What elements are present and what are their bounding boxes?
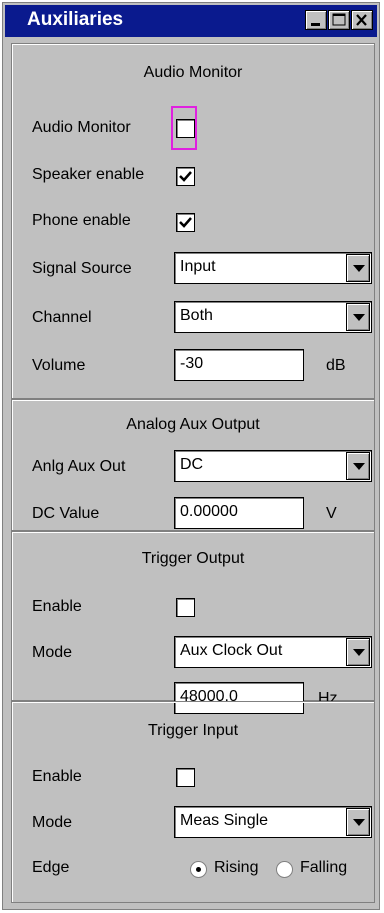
title-bar[interactable]: Auxiliaries (5, 5, 377, 37)
trigger-output-mode-label: Mode (32, 644, 73, 661)
dc-value-input[interactable]: 0.00000 (174, 497, 304, 529)
signal-source-dropdown[interactable]: Input (174, 252, 372, 284)
trigger-input-enable-label: Enable (32, 768, 82, 785)
dc-value-unit: V (326, 505, 337, 522)
volume-input[interactable]: -30 (174, 349, 304, 381)
audio-monitor-label: Audio Monitor (32, 119, 131, 136)
signal-source-dropdown-button[interactable] (346, 254, 370, 282)
audio-monitor-section: Audio Monitor Audio Monitor Speaker enab… (11, 43, 375, 399)
chevron-down-icon (353, 265, 365, 272)
radio-selected-dot (196, 867, 201, 872)
channel-dropdown-button[interactable] (346, 303, 370, 331)
phone-enable-label: Phone enable (32, 212, 131, 229)
speaker-enable-label: Speaker enable (32, 166, 145, 183)
signal-source-value: Input (180, 258, 216, 275)
anlg-aux-out-dropdown[interactable]: DC (174, 450, 372, 482)
close-button[interactable] (351, 10, 373, 30)
trigger-output-enable-label: Enable (32, 598, 82, 615)
anlg-aux-out-dropdown-button[interactable] (346, 452, 370, 480)
window-title: Auxiliaries (27, 9, 124, 30)
trigger-input-mode-dropdown[interactable]: Meas Single (174, 806, 372, 838)
checkmark-icon (179, 217, 192, 228)
minimize-icon (311, 23, 320, 26)
volume-unit: dB (326, 357, 346, 374)
minimize-button[interactable] (305, 10, 327, 30)
trigger-input-mode-label: Mode (32, 814, 73, 831)
chevron-down-icon (353, 314, 365, 321)
channel-dropdown[interactable]: Both (174, 301, 372, 333)
edge-falling-radio[interactable] (276, 861, 293, 878)
anlg-aux-out-label: Anlg Aux Out (32, 458, 126, 475)
close-icon (356, 14, 367, 26)
trigger-output-mode-dropdown-button[interactable] (346, 638, 370, 666)
channel-value: Both (180, 307, 213, 324)
analog-aux-output-header: Analog Aux Output (126, 416, 260, 433)
chevron-down-icon (353, 649, 365, 656)
dc-value-value: 0.00000 (180, 503, 238, 520)
trigger-output-mode-dropdown[interactable]: Aux Clock Out (174, 636, 372, 668)
edge-rising-label: Rising (214, 859, 259, 876)
trigger-output-header: Trigger Output (141, 550, 245, 567)
auxiliaries-window: Auxiliaries Audio Monitor Audio Monitor … (2, 2, 380, 910)
channel-label: Channel (32, 309, 92, 326)
trigger-output-section: Trigger Output Enable Mode Aux Clock Out… (11, 531, 375, 714)
trigger-input-header: Trigger Input (147, 722, 239, 739)
speaker-enable-checkbox[interactable] (176, 167, 195, 186)
dc-value-label: DC Value (32, 505, 100, 522)
phone-enable-checkbox[interactable] (176, 213, 195, 232)
trigger-input-edge-label: Edge (32, 859, 70, 876)
trigger-input-mode-value: Meas Single (180, 812, 269, 829)
chevron-down-icon (353, 819, 365, 826)
edge-falling-label: Falling (300, 859, 348, 876)
audio-monitor-header: Audio Monitor (143, 64, 243, 81)
audio-monitor-checkbox[interactable] (176, 119, 195, 138)
anlg-aux-out-value: DC (180, 456, 204, 473)
checkmark-icon (179, 171, 192, 182)
volume-label: Volume (32, 357, 86, 374)
signal-source-label: Signal Source (32, 260, 132, 277)
trigger-input-section: Trigger Input Enable Mode Meas Single Ed… (11, 701, 375, 903)
volume-value: -30 (180, 355, 204, 372)
maximize-icon (332, 13, 346, 26)
maximize-button[interactable] (328, 10, 350, 30)
analog-aux-output-section: Analog Aux Output Anlg Aux Out DC DC Val… (11, 399, 375, 531)
edge-rising-radio[interactable] (190, 861, 207, 878)
trigger-output-mode-value: Aux Clock Out (180, 642, 283, 659)
trigger-output-enable-checkbox[interactable] (176, 598, 195, 617)
trigger-input-enable-checkbox[interactable] (176, 768, 195, 787)
chevron-down-icon (353, 463, 365, 470)
trigger-input-mode-dropdown-button[interactable] (346, 808, 370, 836)
